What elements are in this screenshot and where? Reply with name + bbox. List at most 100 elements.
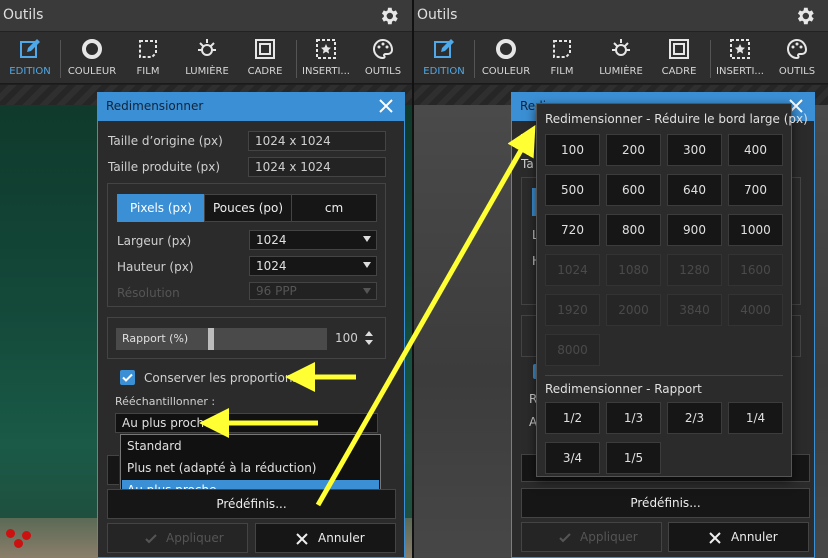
preset-long-edge-1000[interactable]: 1000 (728, 214, 783, 246)
spin-arrows-icon[interactable] (364, 330, 374, 346)
preset-long-edge-900[interactable]: 900 (667, 214, 722, 246)
resample-option-standard[interactable]: Standard (122, 436, 379, 458)
light-icon (198, 39, 216, 56)
resample-select[interactable]: Au plus proche (115, 413, 378, 433)
presets-button[interactable]: Prédéfinis... (521, 488, 810, 518)
preset-long-edge-100[interactable]: 100 (545, 134, 600, 166)
tool-label: INSERTI... (716, 66, 764, 77)
resample-value: Au plus proche (122, 416, 212, 430)
title-bar: Outils (0, 0, 412, 32)
preset-long-edge-800[interactable]: 800 (606, 214, 661, 246)
preset-long-edge-200[interactable]: 200 (606, 134, 661, 166)
close-icon[interactable] (378, 98, 394, 114)
cancel-label: Annuler (318, 531, 365, 545)
height-select[interactable]: 1024 (249, 256, 377, 276)
tab-pixels[interactable]: Pixels (px) (117, 194, 205, 222)
right-pane: Outils EDITION COULEUR FILM LUMIÈRE CADR… (414, 0, 828, 558)
prod-size-value: 1024 x 1024 (248, 157, 386, 177)
tool-label: FILM (136, 66, 160, 77)
resolution-select: 96 PPP (249, 282, 377, 300)
presets-popup: Redimensionner - Réduire le bord large (… (536, 103, 808, 477)
tool-outils[interactable]: OUTILS (772, 32, 822, 84)
width-select[interactable]: 1024 (249, 230, 377, 250)
tool-lumiere[interactable]: LUMIÈRE (594, 32, 648, 84)
light-icon (612, 39, 630, 56)
chevron-down-icon (363, 262, 371, 268)
preset-long-edge-1024: 1024 (545, 254, 600, 286)
ratio-value[interactable]: 100 (335, 331, 358, 345)
tool-couleur[interactable]: COULEUR (478, 32, 534, 84)
cancel-button[interactable]: Annuler (668, 522, 809, 552)
insert-icon (316, 39, 336, 59)
preset-long-edge-8000: 8000 (545, 334, 600, 366)
ratio-group: Rapport (%) 100 (107, 317, 386, 359)
preset-long-edge-300[interactable]: 300 (667, 134, 722, 166)
tool-lumiere[interactable]: LUMIÈRE (180, 32, 234, 84)
tool-film[interactable]: FILM (124, 32, 172, 84)
popup-title-ratio: Redimensionner - Rapport (545, 382, 702, 396)
preset-long-edge-1920: 1920 (545, 294, 600, 326)
tool-film[interactable]: FILM (538, 32, 586, 84)
preset-long-edge-720[interactable]: 720 (545, 214, 600, 246)
apply-button[interactable]: Appliquer (107, 523, 248, 553)
apply-button[interactable]: Appliquer (521, 522, 662, 552)
preset-long-edge-3840: 3840 (667, 294, 722, 326)
settings-gear-icon[interactable] (378, 5, 400, 27)
color-circle-icon (82, 39, 102, 59)
preset-long-edge-640[interactable]: 640 (667, 174, 722, 206)
tool-label: LUMIÈRE (185, 66, 229, 77)
keep-proportions-checkbox[interactable] (120, 370, 135, 385)
tool-insertion[interactable]: INSERTI... (300, 32, 352, 84)
tool-label: INSERTI... (302, 66, 350, 77)
keep-proportions-label[interactable]: Conserver les proportions (144, 371, 299, 385)
insert-icon (730, 39, 750, 59)
tool-edition[interactable]: EDITION (4, 32, 56, 84)
palette-icon (787, 38, 808, 60)
photo-flower (22, 531, 31, 540)
preset-long-edge-4000: 4000 (728, 294, 783, 326)
tool-cadre[interactable]: CADRE (240, 32, 290, 84)
tool-label: LUMIÈRE (599, 66, 643, 77)
preset-ratio-1-3[interactable]: 1/3 (606, 402, 661, 434)
tool-label: COULEUR (481, 66, 531, 77)
tool-label: OUTILS (778, 66, 816, 77)
dialog-header: Redimensionner (98, 93, 404, 121)
preset-ratio-1-5[interactable]: 1/5 (606, 442, 661, 474)
settings-gear-icon[interactable] (794, 5, 816, 27)
presets-button[interactable]: Prédéfinis... (107, 489, 396, 519)
preset-long-edge-700[interactable]: 700 (728, 174, 783, 206)
chevron-down-icon (363, 288, 371, 294)
check-icon (145, 534, 157, 544)
preset-long-edge-400[interactable]: 400 (728, 134, 783, 166)
toolbar-divider (60, 40, 61, 78)
tool-couleur[interactable]: COULEUR (64, 32, 120, 84)
title-bar: Outils (414, 0, 828, 32)
preset-ratio-1-4[interactable]: 1/4 (728, 402, 783, 434)
slider-thumb[interactable] (208, 328, 214, 350)
preset-ratio-2-3[interactable]: 2/3 (667, 402, 722, 434)
tool-edition[interactable]: EDITION (418, 32, 470, 84)
tool-cadre[interactable]: CADRE (654, 32, 704, 84)
tab-cm[interactable]: cm (291, 194, 377, 222)
preset-ratio-3-4[interactable]: 3/4 (545, 442, 600, 474)
resample-option-sharper[interactable]: Plus net (adapté à la réduction) (122, 458, 379, 480)
ratio-slider[interactable]: Rapport (%) (116, 328, 327, 350)
edit-icon (434, 39, 454, 58)
frame-icon (255, 39, 275, 59)
tool-label: EDITION (9, 66, 51, 77)
resample-label: Rééchantillonner : (115, 395, 216, 408)
tool-insertion[interactable]: INSERTI... (714, 32, 766, 84)
check-icon (122, 373, 133, 382)
preset-ratio-1-2[interactable]: 1/2 (545, 402, 600, 434)
close-icon (709, 532, 721, 544)
preset-long-edge-600[interactable]: 600 (606, 174, 661, 206)
tab-inches[interactable]: Pouces (po) (204, 194, 292, 222)
preset-long-edge-500[interactable]: 500 (545, 174, 600, 206)
apply-label: Appliquer (166, 531, 224, 545)
left-pane: Outils EDITION COULEUR FILM LUMIÈRE CADR… (0, 0, 412, 558)
width-value: 1024 (256, 233, 287, 247)
edit-icon (20, 39, 40, 58)
cancel-button[interactable]: Annuler (255, 523, 396, 553)
film-icon (553, 40, 571, 58)
tool-outils[interactable]: OUTILS (358, 32, 408, 84)
